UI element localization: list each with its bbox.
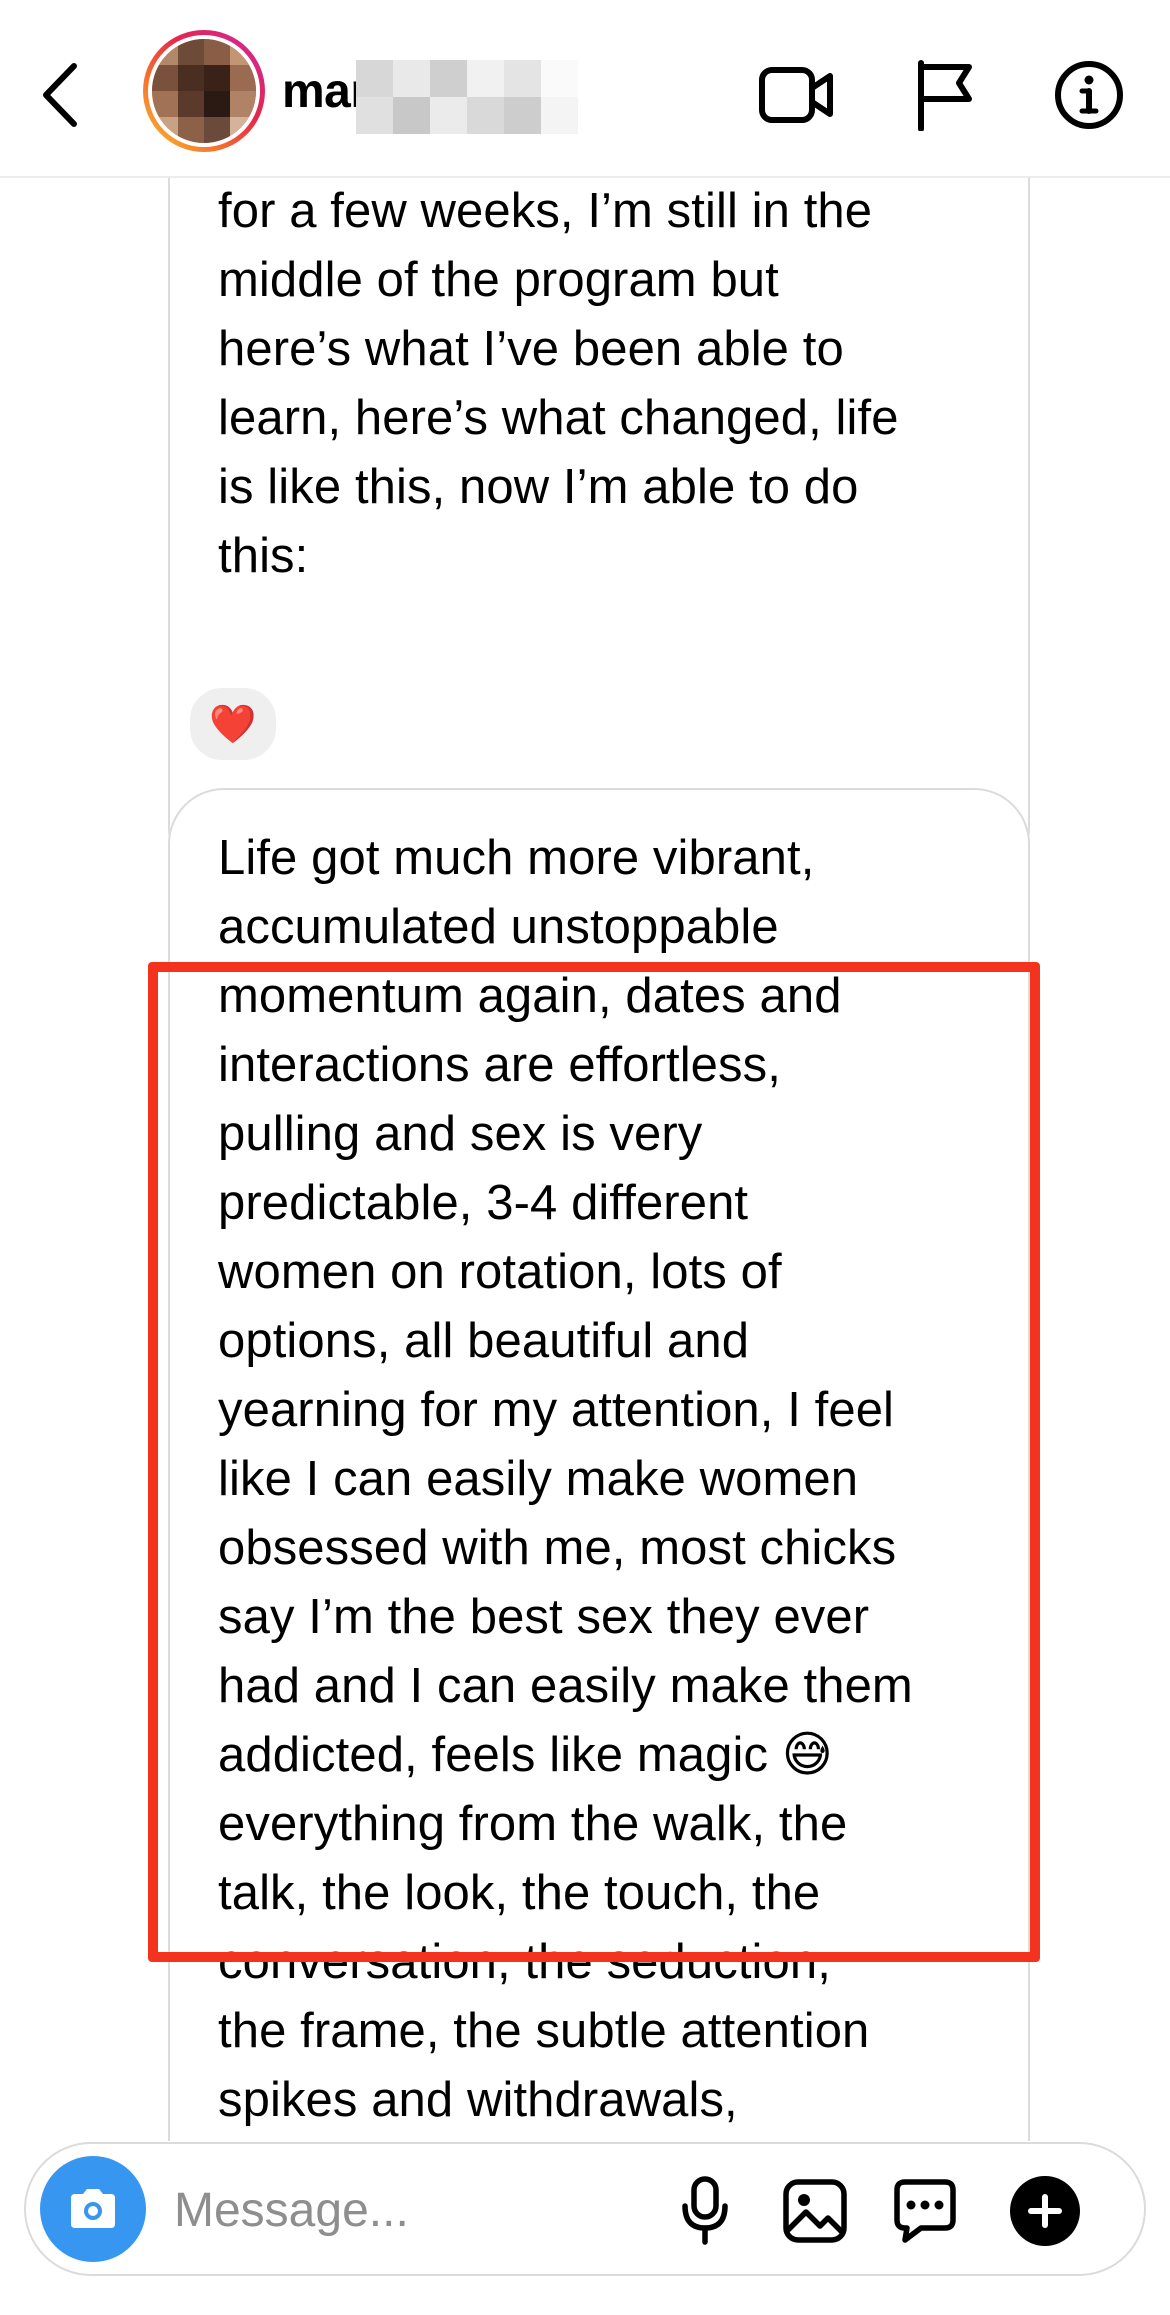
- info-icon: [1055, 61, 1123, 129]
- camera-icon: [71, 2189, 115, 2228]
- avatar[interactable]: [143, 30, 265, 152]
- message-input[interactable]: [172, 2174, 676, 2246]
- microphone-icon: [682, 2176, 728, 2245]
- report-button[interactable]: [900, 55, 990, 135]
- chat-header: mar: [0, 0, 1170, 178]
- message-text: Now after working with Limo for a few we…: [218, 184, 899, 583]
- message-bubble[interactable]: Life got much more vibrant, accumulated …: [168, 788, 1030, 2141]
- camera-button[interactable]: [40, 2156, 146, 2262]
- back-chevron-icon: [43, 63, 77, 127]
- heart-reaction[interactable]: ❤️: [186, 684, 280, 764]
- gallery-button[interactable]: [770, 2166, 860, 2256]
- back-button[interactable]: [38, 50, 108, 140]
- chat-bubble-icon: [894, 2179, 956, 2243]
- message-thread[interactable]: Now after working with Limo for a few we…: [0, 176, 1170, 2141]
- info-button[interactable]: [1044, 55, 1134, 135]
- message-composer: [24, 2142, 1146, 2276]
- username-redaction: [356, 60, 578, 134]
- plus-icon: [1010, 2176, 1080, 2246]
- video-call-icon: [759, 67, 833, 123]
- message-bubble[interactable]: Now after working with Limo for a few we…: [168, 176, 1030, 884]
- heart-reaction-icon: ❤️: [209, 702, 257, 746]
- voice-message-button[interactable]: [660, 2166, 750, 2256]
- add-button[interactable]: [1000, 2166, 1090, 2256]
- message-text: Life got much more vibrant, accumulated …: [218, 831, 913, 2127]
- report-flag-icon: [918, 60, 972, 131]
- gallery-icon: [783, 2179, 847, 2243]
- avatar-pixelated-image: [148, 35, 260, 147]
- chat-sticker-button[interactable]: [880, 2166, 970, 2256]
- video-call-button[interactable]: [752, 55, 842, 135]
